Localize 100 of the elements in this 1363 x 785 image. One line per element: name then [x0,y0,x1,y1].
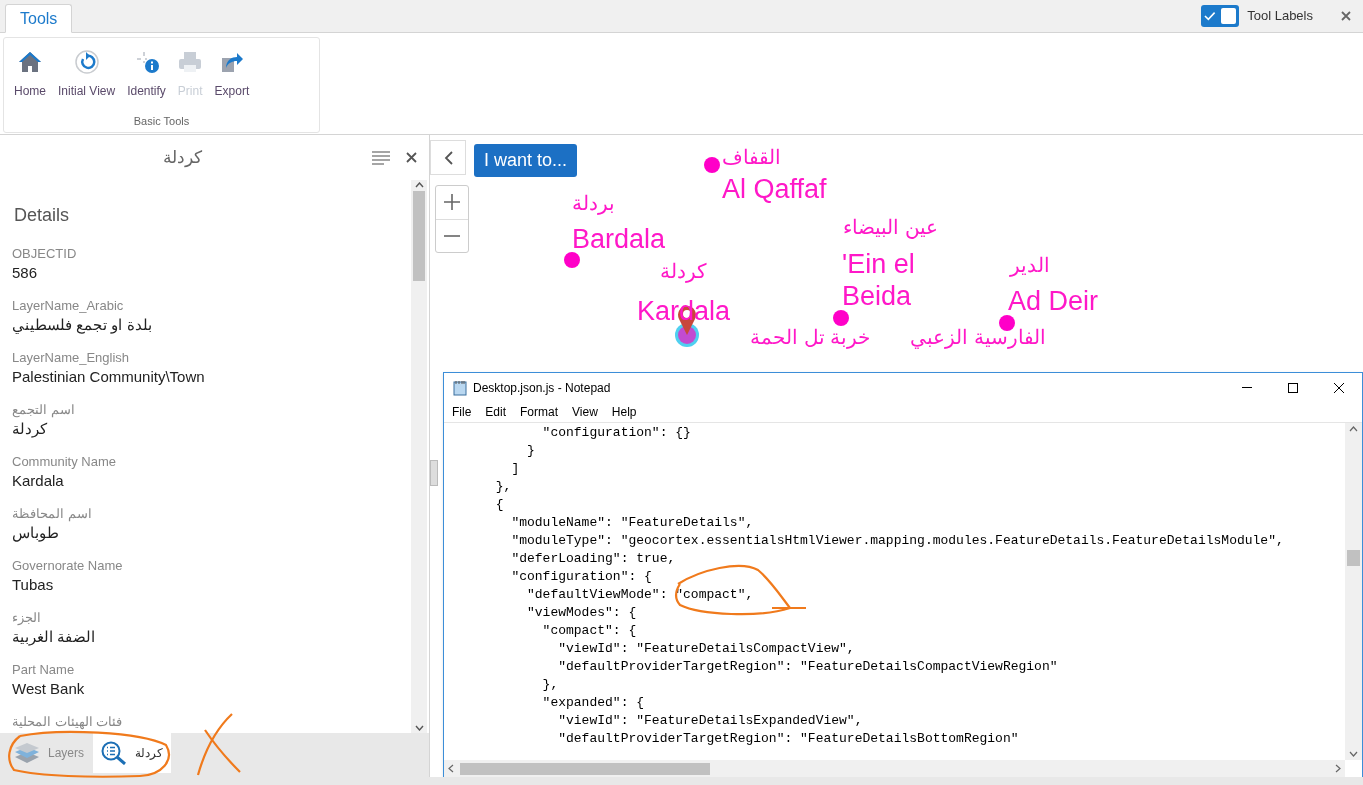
printer-icon [178,50,203,74]
place-label: الدير [1010,255,1050,275]
field-label: OBJECTID [12,245,78,262]
menu-item[interactable]: Edit [478,403,514,421]
scroll-thumb[interactable] [413,191,425,281]
home-icon [18,50,42,74]
toolbar-button[interactable]: Identify [123,50,170,100]
field-label: Community Name [12,453,118,470]
scroll-up-icon[interactable] [414,182,424,188]
panel-title: كردلة [161,146,203,169]
code-line: { [494,496,504,514]
field-value: Palestinian Community\Town [12,367,206,387]
field-value: الضفة الغربية [12,627,97,648]
toolbar-button[interactable]: Home [10,50,50,100]
field-label: LayerName_English [12,349,131,366]
notepad-icon [453,379,467,396]
window-title: Desktop.json.js - Notepad [473,379,611,397]
splitter-handle[interactable] [430,460,438,486]
plus-icon [444,194,460,211]
field-label: فئات الهيئات المحلية [12,713,124,730]
action-button[interactable]: I want to... [474,144,578,177]
menu-item[interactable]: Format [513,403,566,421]
scrollbar[interactable] [411,180,427,733]
code-line: "configuration": { [510,568,652,586]
field-value: Kardala [12,471,65,491]
check-icon [1204,11,1216,21]
scrollbar[interactable] [444,760,1345,777]
section-heading: Details [13,204,71,227]
place-label: Al Qaffaf [722,173,827,205]
field-label: Governorate Name [12,557,124,574]
scroll-up-icon[interactable] [1349,426,1358,432]
code-line: "expanded": { [541,694,645,712]
field-label: اسم التجمع [12,401,76,418]
place-label: كردلة [660,261,707,281]
code-line: }, [541,676,559,694]
refresh-icon [74,50,99,74]
chevron-left-icon [443,150,453,165]
scroll-left-icon[interactable] [448,764,454,773]
code-line: } [526,442,535,460]
identify-icon [134,50,159,74]
toolbar-button[interactable]: Export [210,50,254,100]
menu-icon[interactable] [372,150,390,165]
field-value: بلدة او تجمع فلسطيني [12,315,153,336]
code-line: "compact": { [541,622,637,640]
place-label: عين البيضاء [843,217,938,237]
minimize-icon [1242,387,1252,388]
group-label: Basic Tools [133,113,190,129]
place-label: بردلة [572,193,615,213]
panel-tab[interactable]: كردلة [93,733,172,773]
toggle-switch[interactable] [1201,5,1240,27]
export-icon [219,50,244,74]
place-label: 'Ein el Beida [842,248,916,312]
code-line: "moduleName": "FeatureDetails", [510,514,754,532]
menu-item[interactable]: File [445,403,479,421]
scroll-right-icon[interactable] [1335,764,1341,773]
field-label: LayerName_Arabic [12,297,125,314]
code-line: "defaultProviderTargetRegion": "FeatureDetailsBottomRegion" [557,730,1019,748]
place-label: خربة تل الحمة [750,327,871,347]
code-line: "moduleType": "geocortex.essentialsHtmlViewer.mapping.modules.FeatureDetails.FeatureDetailsModule", [510,532,1284,550]
code-line: "viewId": "FeatureDetailsCompactView", [557,640,855,658]
field-value: طوباس [12,523,60,544]
field-value: West Bank [12,679,86,699]
ribbon-tab[interactable]: Tools [5,4,73,33]
toggle-label: Tool Labels [1247,7,1313,26]
scrollbar[interactable] [1345,423,1362,760]
code-line: "viewModes": { [526,604,637,622]
field-value: كردلة [12,419,48,440]
place-label: Bardala [572,223,666,255]
maximize-icon [1288,382,1298,393]
underline-scribble [772,606,806,610]
scroll-thumb[interactable] [1347,550,1360,566]
list-search-icon [101,741,128,765]
place-label: القفاف [722,147,781,167]
collapse-button[interactable] [430,140,466,175]
code-line: }, [494,478,512,496]
code-line: "deferLoading": true, [510,550,676,568]
code-line: ] [510,460,520,478]
code-line: "defaultProviderTargetRegion": "FeatureDetailsCompactViewRegion" [557,658,1058,676]
field-label: اسم المحافظة [12,505,93,522]
layers-icon [14,742,40,764]
field-label: الجزء [12,609,42,626]
minus-icon [444,234,460,237]
place-label: Ad Deir [1008,285,1099,317]
place-label: الفارسية الزعبي [910,327,1046,347]
close-icon [1334,382,1344,393]
scroll-down-icon[interactable] [414,725,424,731]
cross-scribble [196,712,242,777]
menu-item[interactable]: Help [604,403,644,421]
field-label: Part Name [12,661,76,678]
close-icon[interactable] [406,152,417,163]
scroll-down-icon[interactable] [1349,751,1358,757]
field-value: Tubas [12,575,55,595]
code-line: "defaultViewMode": "compact", [526,586,754,604]
toolbar-button[interactable]: Initial View [54,50,120,100]
scroll-thumb[interactable] [460,762,710,775]
code-line: "viewId": "FeatureDetailsExpandedView", [557,712,863,730]
menu-item[interactable]: View [565,403,605,421]
close-icon[interactable] [1341,11,1351,21]
code-line: "configuration": {} [541,424,691,442]
field-value: 586 [12,263,39,283]
